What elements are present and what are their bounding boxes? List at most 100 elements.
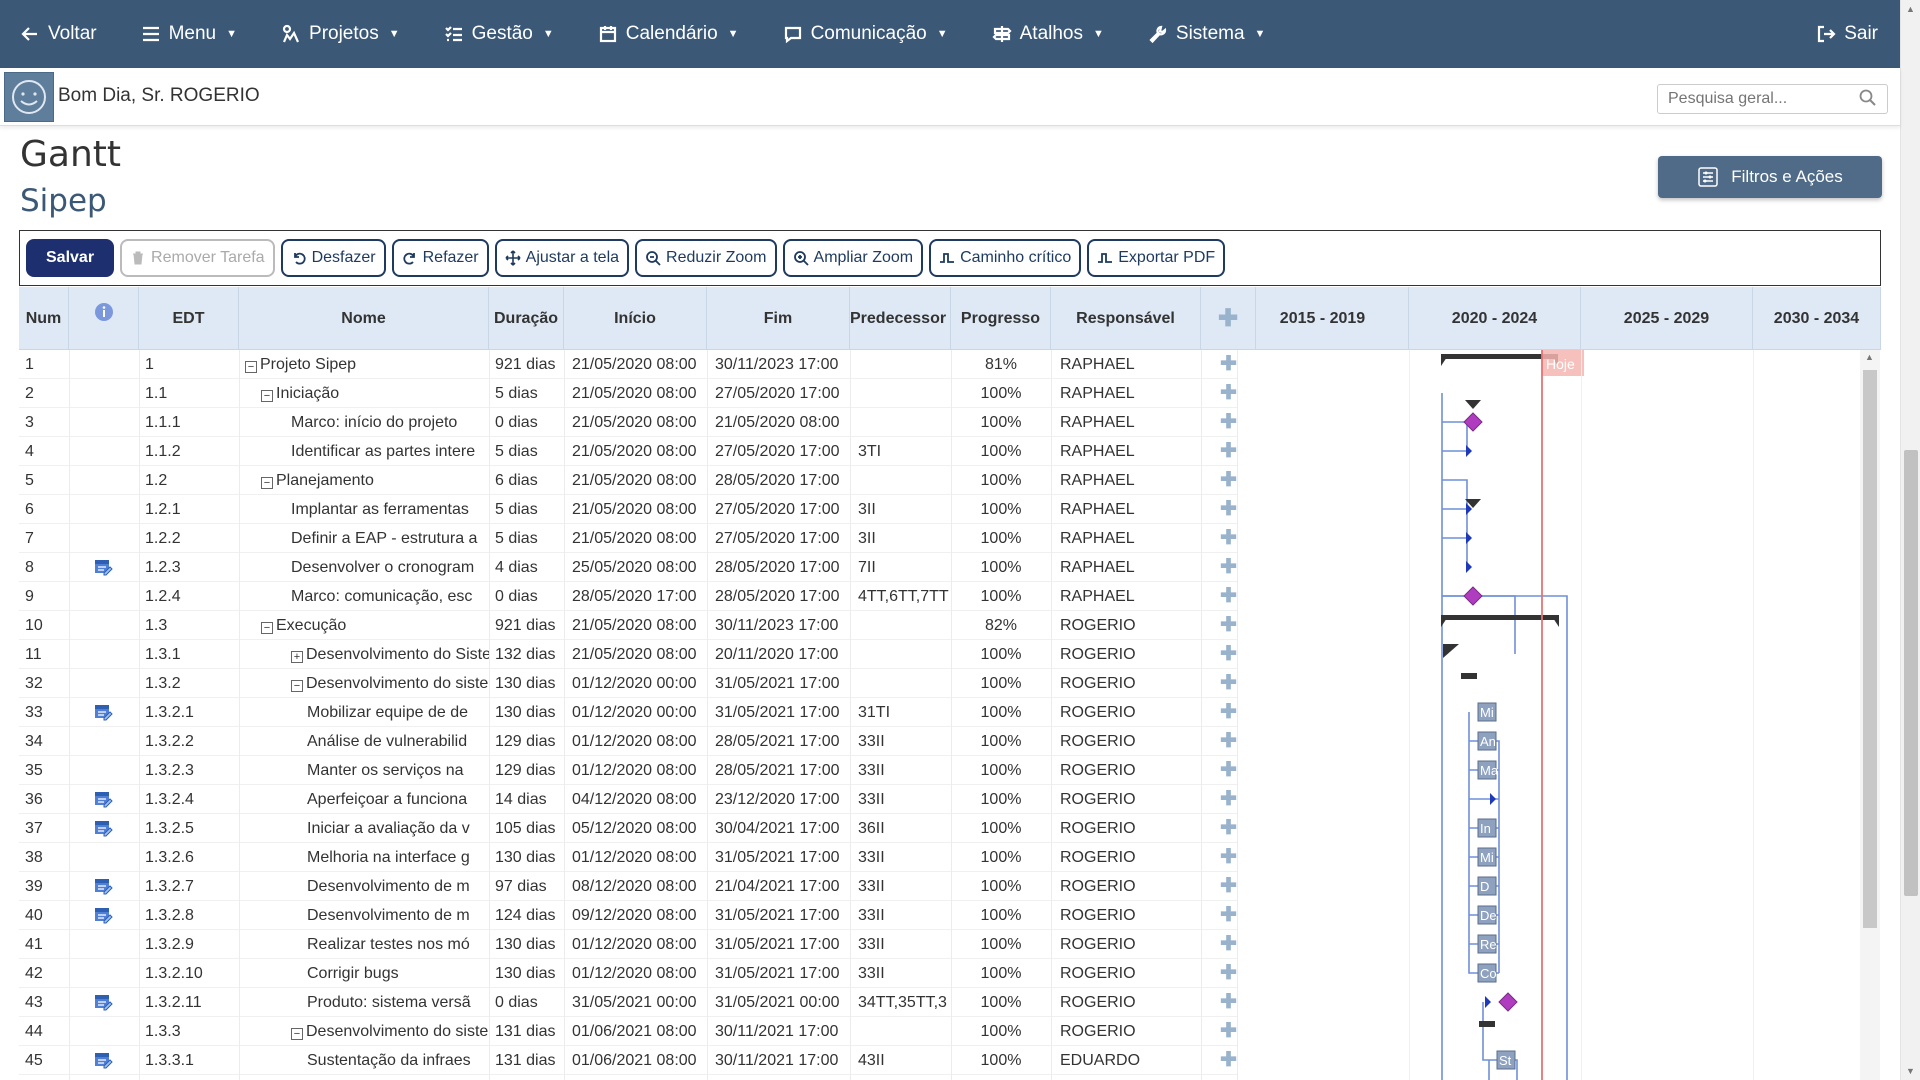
task-duration-cell[interactable]: 97 dias — [489, 872, 564, 901]
table-row[interactable]: 7 1.2.2 Definir a EAP - estrutura a5 dias 2… — [19, 524, 1237, 553]
task-end-cell[interactable]: 27/05/2020 17:00 — [707, 379, 850, 408]
task-name-cell[interactable]: Melhoria na interface g — [239, 843, 489, 872]
task-end-cell[interactable]: 31/05/2021 00:00 — [707, 988, 850, 1017]
undo-button[interactable]: Desfazer — [280, 239, 386, 277]
task-owner-cell[interactable]: RAPHAEL — [1051, 524, 1201, 553]
task-progress-cell[interactable]: 100% — [951, 872, 1051, 901]
task-predecessor-cell[interactable]: 3II — [850, 495, 951, 524]
task-name-cell[interactable]: Marco: comunicação, esc — [239, 582, 489, 611]
task-owner-cell[interactable]: ROGERIO — [1051, 814, 1201, 843]
task-duration-cell[interactable]: 6 dias — [489, 466, 564, 495]
task-edt-cell[interactable]: 1.3.2.10 — [139, 959, 239, 988]
task-progress-cell[interactable]: 100% — [951, 553, 1051, 582]
task-progress-cell[interactable]: 100% — [951, 1046, 1051, 1075]
task-edt-cell[interactable]: 1 — [139, 350, 239, 379]
task-progress-cell[interactable]: 100% — [951, 814, 1051, 843]
table-row[interactable]: 9 1.2.4 Marco: comunicação, esc 0 dias 28/05… — [19, 582, 1237, 611]
task-edt-cell[interactable]: 1.3 — [139, 611, 239, 640]
scroll-down-arrow-icon[interactable]: ▼ — [1906, 1066, 1915, 1076]
task-predecessor-cell[interactable]: 7II — [850, 553, 951, 582]
task-end-cell[interactable]: 21/04/2021 17:00 — [707, 872, 850, 901]
task-owner-cell[interactable]: ROGERIO — [1051, 785, 1201, 814]
task-start-cell[interactable]: 01/12/2020 08:00 — [564, 727, 707, 756]
task-start-cell[interactable]: 08/12/2020 08:00 — [564, 872, 707, 901]
row-info-cell[interactable] — [69, 756, 139, 785]
task-duration-cell[interactable]: 129 dias — [489, 727, 564, 756]
task-edt-cell[interactable]: 1.1.1 — [139, 408, 239, 437]
task-edit-icon[interactable] — [94, 704, 114, 722]
task-name-cell[interactable]: Desenvolvimento de m — [239, 901, 489, 930]
exit-button[interactable]: Sair — [1794, 0, 1900, 68]
table-row[interactable]: 43 1.3.2.11 Produto: sistema versã 0 dias 31… — [19, 988, 1237, 1017]
grid-scroll-thumb[interactable] — [1863, 370, 1877, 928]
task-edt-cell[interactable]: 1.3.2.8 — [139, 901, 239, 930]
task-name-cell[interactable]: Mobilizar equipe de de — [239, 698, 489, 727]
col-header-start[interactable]: Início — [564, 287, 707, 350]
task-progress-cell[interactable]: 100% — [951, 930, 1051, 959]
task-duration-cell[interactable]: 921 dias — [489, 611, 564, 640]
task-num-cell[interactable]: 2 — [19, 379, 69, 408]
task-owner-cell[interactable]: ROGERIO — [1051, 669, 1201, 698]
table-row[interactable]: 42 1.3.2.10 Corrigir bugs 130 dias 01/12/202… — [19, 959, 1237, 988]
task-owner-cell[interactable]: RAPHAEL — [1051, 582, 1201, 611]
task-predecessor-cell[interactable]: 3II — [850, 524, 951, 553]
task-progress-cell[interactable]: 100% — [951, 698, 1051, 727]
collapse-icon[interactable]: − — [261, 477, 273, 489]
menu-dropdown[interactable]: Menu ▼ — [119, 0, 259, 68]
row-info-cell[interactable] — [69, 669, 139, 698]
task-num-cell[interactable]: 11 — [19, 640, 69, 669]
task-duration-cell[interactable]: 0 dias — [489, 408, 564, 437]
row-info-cell[interactable] — [69, 466, 139, 495]
task-predecessor-cell[interactable] — [850, 1017, 951, 1046]
task-predecessor-cell[interactable]: 33II — [850, 843, 951, 872]
task-name-cell[interactable]: − Projeto Sipep — [239, 350, 489, 379]
task-duration-cell[interactable]: 130 dias — [489, 669, 564, 698]
task-start-cell[interactable]: 21/05/2020 08:00 — [564, 350, 707, 379]
task-duration-cell[interactable]: 921 dias — [489, 350, 564, 379]
task-name-cell[interactable]: Aperfeiçoar a funciona — [239, 785, 489, 814]
row-info-cell[interactable] — [69, 408, 139, 437]
task-progress-cell[interactable]: 100% — [951, 727, 1051, 756]
task-start-cell[interactable]: 21/05/2020 08:00 — [564, 524, 707, 553]
task-owner-cell[interactable]: RAPHAEL — [1051, 350, 1201, 379]
collapse-icon[interactable]: − — [291, 680, 303, 692]
row-info-cell[interactable] — [69, 843, 139, 872]
task-progress-cell[interactable]: 100% — [951, 640, 1051, 669]
task-edit-icon[interactable] — [94, 791, 114, 809]
table-row[interactable]: 45 1.3.3.1 Sustentação da infraes 131 dias 0… — [19, 1046, 1237, 1075]
task-name-cell[interactable]: + Desenvolvimento do Siste — [239, 640, 489, 669]
task-predecessor-cell[interactable]: 43II — [850, 1046, 951, 1075]
task-num-cell[interactable]: 45 — [19, 1046, 69, 1075]
table-row[interactable]: 3 1.1.1 Marco: início do projeto 0 dias 21/0… — [19, 408, 1237, 437]
col-header-edt[interactable]: EDT — [139, 287, 239, 350]
column-divider[interactable] — [239, 350, 240, 1080]
collapse-icon[interactable]: − — [245, 361, 257, 373]
column-divider[interactable] — [69, 350, 70, 1080]
shortcuts-dropdown[interactable]: Atalhos ▼ — [970, 0, 1126, 68]
critical-path-button[interactable]: Caminho crítico — [929, 239, 1082, 277]
task-predecessor-cell[interactable]: 33II — [850, 785, 951, 814]
task-duration-cell[interactable]: 130 dias — [489, 843, 564, 872]
task-owner-cell[interactable]: RAPHAEL — [1051, 553, 1201, 582]
task-owner-cell[interactable]: ROGERIO — [1051, 872, 1201, 901]
task-duration-cell[interactable]: 5 dias — [489, 495, 564, 524]
task-owner-cell[interactable]: ROGERIO — [1051, 727, 1201, 756]
table-row[interactable]: 40 1.3.2.8 Desenvolvimento de m 124 dias 09/… — [19, 901, 1237, 930]
management-dropdown[interactable]: Gestão ▼ — [422, 0, 576, 68]
task-num-cell[interactable]: 6 — [19, 495, 69, 524]
table-row[interactable]: 35 1.3.2.3 Manter os serviços na 129 dias 01… — [19, 756, 1237, 785]
task-end-cell[interactable]: 31/05/2021 17:00 — [707, 669, 850, 698]
task-name-cell[interactable]: Identificar as partes intere — [239, 437, 489, 466]
task-num-cell[interactable]: 7 — [19, 524, 69, 553]
row-info-cell[interactable] — [69, 872, 139, 901]
task-predecessor-cell[interactable] — [850, 640, 951, 669]
zoom-in-button[interactable]: Ampliar Zoom — [782, 239, 924, 277]
task-owner-cell[interactable]: ROGERIO — [1051, 756, 1201, 785]
task-duration-cell[interactable]: 130 dias — [489, 698, 564, 727]
task-edt-cell[interactable]: 1.3.2 — [139, 669, 239, 698]
task-start-cell[interactable]: 21/05/2020 08:00 — [564, 611, 707, 640]
task-owner-cell[interactable]: ROGERIO — [1051, 959, 1201, 988]
task-edit-icon[interactable] — [94, 820, 114, 838]
task-edt-cell[interactable]: 1.2.2 — [139, 524, 239, 553]
task-predecessor-cell[interactable]: 33II — [850, 756, 951, 785]
